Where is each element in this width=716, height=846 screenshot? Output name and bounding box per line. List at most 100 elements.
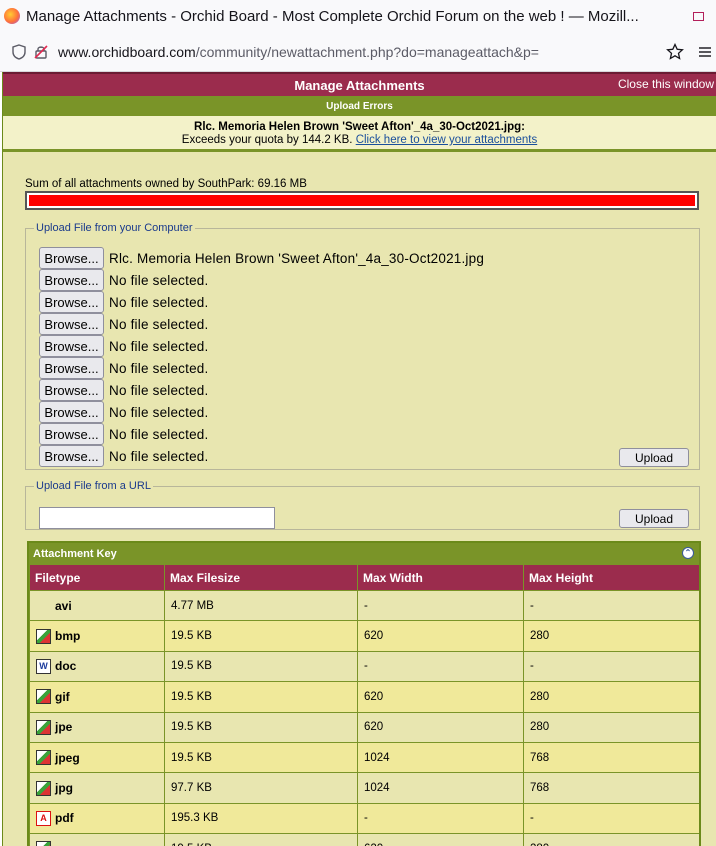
max-height-cell: 280 bbox=[523, 681, 699, 713]
max-width-cell: 620 bbox=[357, 620, 524, 652]
restore-window-button[interactable] bbox=[680, 0, 716, 32]
browse-button[interactable]: Browse... bbox=[39, 269, 104, 291]
browse-button[interactable]: Browse... bbox=[39, 445, 104, 467]
url-path: /community/newattachment.php?do=manageat… bbox=[195, 43, 539, 60]
max-filesize-cell: 19.5 KB bbox=[164, 833, 358, 846]
page-title: Manage Attachments bbox=[294, 77, 425, 93]
filetype-wrap: jpe bbox=[36, 719, 164, 735]
pdf-file-icon: A bbox=[36, 810, 51, 826]
window-title: Manage Attachments - Orchid Board - Most… bbox=[26, 7, 639, 25]
column-header-max-filesize: Max Filesize bbox=[164, 564, 358, 591]
bookmark-star-icon[interactable] bbox=[664, 41, 686, 63]
max-height-cell: - bbox=[523, 802, 699, 835]
max-height-cell: 768 bbox=[523, 741, 699, 774]
max-height-cell: - bbox=[523, 589, 699, 622]
filetype-label: avi bbox=[55, 598, 72, 613]
filetype-cell: Wdoc bbox=[29, 650, 165, 683]
insecure-lock-icon[interactable] bbox=[30, 41, 52, 63]
max-width-cell: 620 bbox=[357, 681, 524, 713]
max-filesize-cell: 4.77 MB bbox=[164, 589, 358, 622]
upload-from-computer-fieldset: Upload File from your Computer Browse...… bbox=[25, 222, 700, 470]
filetype-cell: png bbox=[29, 833, 165, 846]
file-input-row: Browse... No file selected. bbox=[39, 401, 208, 423]
url-input[interactable] bbox=[39, 507, 275, 529]
url-bar: www.orchidboard.com/community/newattachm… bbox=[0, 32, 716, 72]
max-width-cell: - bbox=[357, 650, 524, 683]
browse-button[interactable]: Browse... bbox=[39, 313, 104, 335]
filetype-cell: jpeg bbox=[29, 741, 165, 774]
upload-from-url-fieldset: Upload File from a URL Upload bbox=[25, 480, 700, 530]
filetype-cell: gif bbox=[29, 681, 165, 713]
max-filesize-cell: 19.5 KB bbox=[164, 620, 358, 652]
table-row: gif 19.5 KB 620 280 bbox=[29, 681, 699, 713]
address-field[interactable]: www.orchidboard.com/community/newattachm… bbox=[58, 44, 664, 60]
firefox-logo-icon bbox=[4, 8, 20, 24]
column-header-max-width: Max Width bbox=[357, 564, 524, 591]
max-width-cell: - bbox=[357, 802, 524, 835]
filetype-cell: bmp bbox=[29, 620, 165, 652]
max-width-cell: - bbox=[357, 589, 524, 622]
blank-file-icon bbox=[36, 598, 51, 613]
table-row: Wdoc 19.5 KB - - bbox=[29, 650, 699, 683]
file-input-row: Browse... No file selected. bbox=[39, 269, 208, 291]
collapse-icon[interactable]: ⌃ bbox=[682, 547, 694, 559]
attachment-key-panel: Attachment Key ⌃ Filetype Max Filesize M… bbox=[27, 541, 701, 846]
error-text: Exceeds your quota by 144.2 KB. bbox=[181, 134, 353, 146]
table-row: jpe 19.5 KB 620 280 bbox=[29, 711, 699, 743]
page: Manage Attachments Close this window Upl… bbox=[0, 72, 716, 846]
selected-file-name: No file selected. bbox=[109, 426, 209, 442]
quota-bar bbox=[25, 191, 699, 210]
manage-attachments-panel: Manage Attachments Close this window Upl… bbox=[2, 72, 716, 846]
max-height-cell: - bbox=[523, 650, 699, 683]
word-document-icon: W bbox=[36, 658, 51, 674]
table-row: jpeg 19.5 KB 1024 768 bbox=[29, 741, 699, 774]
column-header-max-height: Max Height bbox=[523, 564, 699, 591]
file-input-row: Browse... No file selected. bbox=[39, 423, 208, 445]
upload-error-message: Rlc. Memoria Helen Brown 'Sweet Afton'_4… bbox=[3, 116, 716, 152]
filetype-wrap: gif bbox=[36, 689, 164, 705]
filetype-label: png bbox=[55, 842, 77, 846]
max-height-cell: 280 bbox=[523, 833, 699, 846]
menu-icon[interactable] bbox=[694, 41, 716, 63]
browse-button[interactable]: Browse... bbox=[39, 379, 104, 401]
filetype-wrap: jpg bbox=[36, 780, 164, 796]
filetype-label: jpeg bbox=[55, 750, 80, 765]
error-filename: Rlc. Memoria Helen Brown 'Sweet Afton'_4… bbox=[194, 121, 525, 133]
file-input-row: Browse... Rlc. Memoria Helen Brown 'Sweet… bbox=[39, 247, 484, 269]
filetype-cell: jpe bbox=[29, 711, 165, 743]
browse-button[interactable]: Browse... bbox=[39, 291, 104, 313]
max-width-cell: 1024 bbox=[357, 741, 524, 774]
filetype-label: gif bbox=[55, 689, 70, 704]
view-attachments-link[interactable]: Click here to view your attachments bbox=[356, 134, 538, 146]
filetype-label: bmp bbox=[55, 629, 81, 644]
selected-file-name: Rlc. Memoria Helen Brown 'Sweet Afton'_4… bbox=[109, 250, 485, 266]
quota-label: Sum of all attachments owned by SouthPar… bbox=[25, 178, 307, 190]
file-input-row: Browse... No file selected. bbox=[39, 357, 208, 379]
browse-button[interactable]: Browse... bbox=[39, 247, 104, 269]
selected-file-name: No file selected. bbox=[109, 382, 209, 398]
selected-file-name: No file selected. bbox=[109, 272, 209, 288]
attachment-key-body: avi 4.77 MB - - bmp 19.5 KB 620 280 Wdoc 19.5 KB -… bbox=[29, 589, 699, 846]
filetype-cell: jpg bbox=[29, 772, 165, 804]
browse-button[interactable]: Browse... bbox=[39, 335, 104, 357]
image-file-icon bbox=[36, 841, 51, 846]
file-input-row: Browse... No file selected. bbox=[39, 313, 208, 335]
restore-icon bbox=[692, 11, 704, 21]
max-filesize-cell: 195.3 KB bbox=[164, 802, 358, 835]
attachment-key-table: Filetype Max Filesize Max Width Max Heig… bbox=[29, 564, 699, 846]
table-row: png 19.5 KB620280 bbox=[29, 833, 699, 846]
upload-computer-button[interactable]: Upload bbox=[619, 448, 689, 467]
image-file-icon bbox=[36, 719, 51, 735]
max-height-cell: 768 bbox=[523, 772, 699, 804]
max-width-cell: 620 bbox=[357, 833, 524, 846]
browse-button[interactable]: Browse... bbox=[39, 423, 104, 445]
selected-file-name: No file selected. bbox=[109, 338, 209, 354]
browse-button[interactable]: Browse... bbox=[39, 357, 104, 379]
image-file-icon bbox=[36, 750, 51, 766]
browse-button[interactable]: Browse... bbox=[39, 401, 104, 423]
close-window-link[interactable]: Close this window bbox=[618, 77, 714, 91]
max-filesize-cell: 97.7 KB bbox=[164, 772, 358, 804]
file-input-row: Browse... No file selected. bbox=[39, 291, 208, 313]
shield-icon[interactable] bbox=[8, 41, 30, 63]
upload-url-button[interactable]: Upload bbox=[619, 509, 689, 528]
